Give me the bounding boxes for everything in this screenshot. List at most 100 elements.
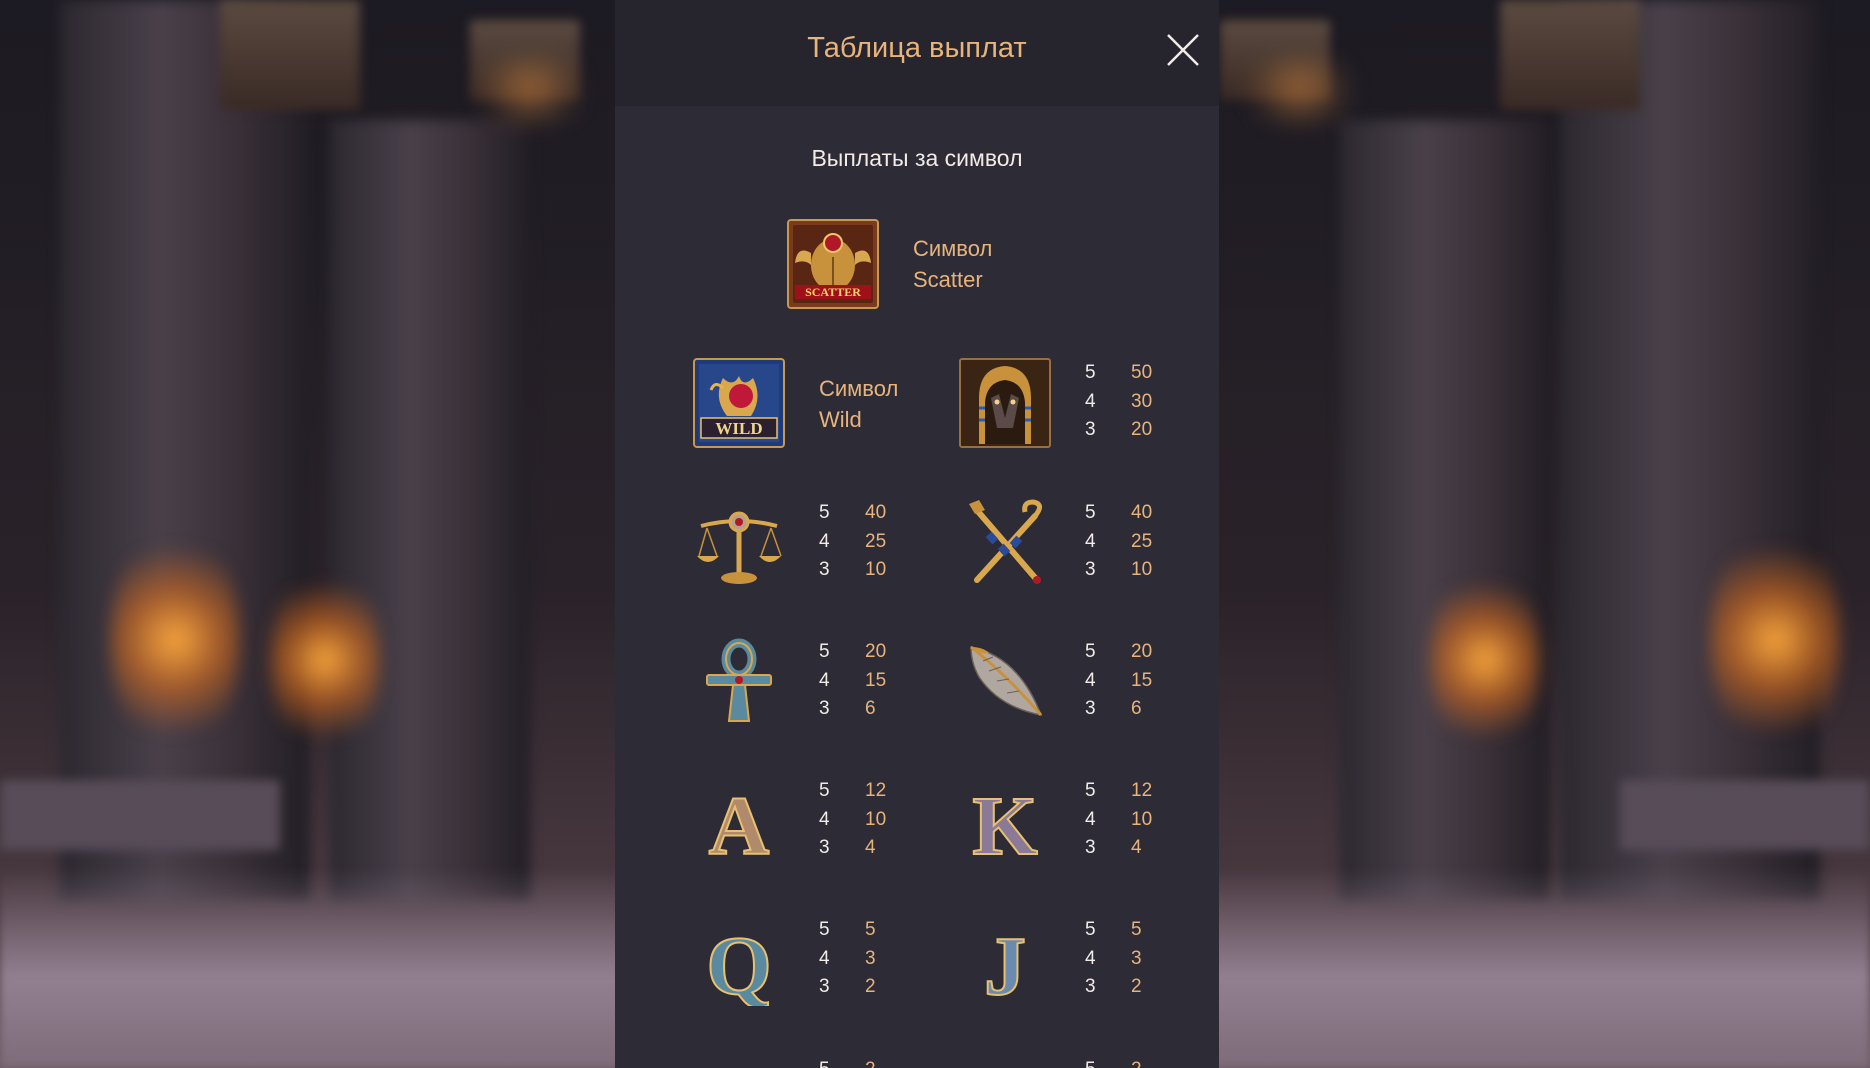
payout-count: 3: [819, 837, 830, 858]
payout-value: 6: [1131, 698, 1142, 719]
left-outer-pillar: [60, 0, 310, 900]
payout-value: 50: [1131, 362, 1153, 383]
wild-label-line1: Символ: [819, 376, 899, 401]
letter-k-payouts: 5 12 4 10 3 4: [1085, 777, 1152, 863]
payout-count: 5: [819, 641, 830, 662]
right-inner-pillar: [1340, 120, 1550, 900]
payout-value: 4: [865, 837, 876, 858]
svg-text:K: K: [972, 780, 1037, 866]
payout-count: 5: [1085, 780, 1096, 801]
payout-value: 10: [865, 559, 887, 580]
letter-k-icon: K: [959, 776, 1051, 866]
payout-value: 25: [1131, 530, 1153, 552]
payout-count: 3: [1085, 976, 1096, 997]
payout-count: 5: [1085, 919, 1096, 940]
payout-count: 4: [819, 669, 830, 691]
payout-count: 3: [819, 559, 830, 580]
letter-a-payouts: 5 12 4 10 3 4: [819, 777, 886, 863]
torch-fire-left: [110, 520, 240, 760]
payout-value: 40: [1131, 502, 1153, 523]
payout-count: 5: [819, 780, 830, 801]
payout-value: 4: [1131, 837, 1142, 858]
scales-payouts: 5 40 4 25 3 10: [819, 499, 886, 585]
payout-count: 5: [819, 919, 830, 940]
payout-count: 4: [1085, 808, 1096, 830]
payout-count: 3: [1085, 419, 1096, 440]
scatter-label: Символ Scatter: [913, 233, 992, 295]
payout-count: 3: [1085, 698, 1096, 719]
crook-flail-payouts: 5 40 4 25 3 10: [1085, 499, 1152, 585]
payout-value: 20: [1131, 641, 1153, 662]
crook-flail-icon: [959, 498, 1051, 588]
next-row-payouts-left: 52: [819, 1056, 876, 1068]
payout-value: 10: [1131, 559, 1153, 580]
payout-count: 3: [819, 976, 830, 997]
wild-label-line2: Wild: [819, 407, 862, 432]
svg-text:J: J: [984, 920, 1026, 1006]
payout-count: 4: [1085, 390, 1096, 412]
payout-value: 15: [1131, 669, 1153, 691]
payout-value: 12: [1131, 780, 1153, 801]
payout-count: 5: [819, 1056, 865, 1068]
svg-text:SCATTER: SCATTER: [805, 285, 861, 299]
payout-value: 2: [1131, 976, 1142, 997]
payout-value: 3: [1131, 947, 1142, 969]
payout-count: 4: [1085, 530, 1096, 552]
payout-count: 4: [819, 530, 830, 552]
left-step: [0, 780, 280, 850]
payout-count: 3: [1085, 837, 1096, 858]
payout-count: 5: [1085, 362, 1096, 383]
right-pillar-cap-2: [1500, 0, 1640, 110]
svg-text:Q: Q: [706, 920, 771, 1006]
letter-a-icon: A: [693, 776, 785, 866]
letter-q-payouts: 5 5 4 3 3 2: [819, 916, 876, 1002]
feather-payouts: 5 20 4 15 3 6: [1085, 638, 1152, 724]
left-inner-pillar: [330, 120, 530, 900]
right-outer-pillar: [1560, 0, 1820, 900]
payout-value: 6: [865, 698, 876, 719]
payout-count: 4: [819, 947, 830, 969]
ankh-icon: [693, 637, 785, 727]
left-pillar-cap: [220, 0, 360, 110]
wild-label: Символ Wild: [819, 373, 898, 435]
payout-value: 25: [865, 530, 887, 552]
payout-count: 5: [819, 502, 830, 523]
torch-fire-right-2: [1710, 520, 1840, 760]
payout-value: 10: [1131, 808, 1153, 830]
svg-text:A: A: [709, 780, 770, 866]
torch-fire-right: [1430, 560, 1540, 760]
close-x-icon: [1167, 34, 1199, 66]
close-button[interactable]: [1163, 30, 1203, 70]
payout-value: 30: [1131, 390, 1153, 412]
scales-icon: [693, 498, 785, 588]
payout-value: 20: [1131, 419, 1153, 440]
right-step: [1620, 780, 1870, 850]
torch-fire-left-2: [270, 560, 380, 760]
scatter-label-line2: Scatter: [913, 267, 983, 292]
section-title: Выплаты за символ: [811, 145, 1023, 171]
payout-count: 5: [1085, 1056, 1131, 1068]
payout-count: 4: [819, 808, 830, 830]
payout-value: 2: [865, 976, 876, 997]
payout-value: 5: [865, 919, 876, 940]
game-screen: Таблица выплат Выплаты за символ SCATTER…: [0, 0, 1870, 1068]
ankh-payouts: 5 20 4 15 3 6: [819, 638, 886, 724]
paytable-title: Таблица выплат: [807, 32, 1027, 64]
anubis-icon: [959, 358, 1051, 448]
next-row-payouts-right: 52: [1085, 1056, 1142, 1068]
svg-text:WILD: WILD: [715, 419, 762, 438]
payout-count: 4: [1085, 947, 1096, 969]
payout-value: 2: [865, 1056, 876, 1068]
scatter-label-line1: Символ: [913, 236, 993, 261]
letter-q-icon: Q: [693, 916, 785, 1006]
lamp-glow-right: [1230, 60, 1370, 120]
payout-value: 2: [1131, 1056, 1142, 1068]
payout-count: 3: [1085, 559, 1096, 580]
payout-count: 4: [1085, 669, 1096, 691]
payout-value: 40: [865, 502, 887, 523]
payout-count: 5: [1085, 502, 1096, 523]
letter-j-icon: J: [959, 916, 1051, 1006]
payout-value: 20: [865, 641, 887, 662]
payout-count: 5: [1085, 641, 1096, 662]
lamp-glow-left: [460, 60, 600, 120]
